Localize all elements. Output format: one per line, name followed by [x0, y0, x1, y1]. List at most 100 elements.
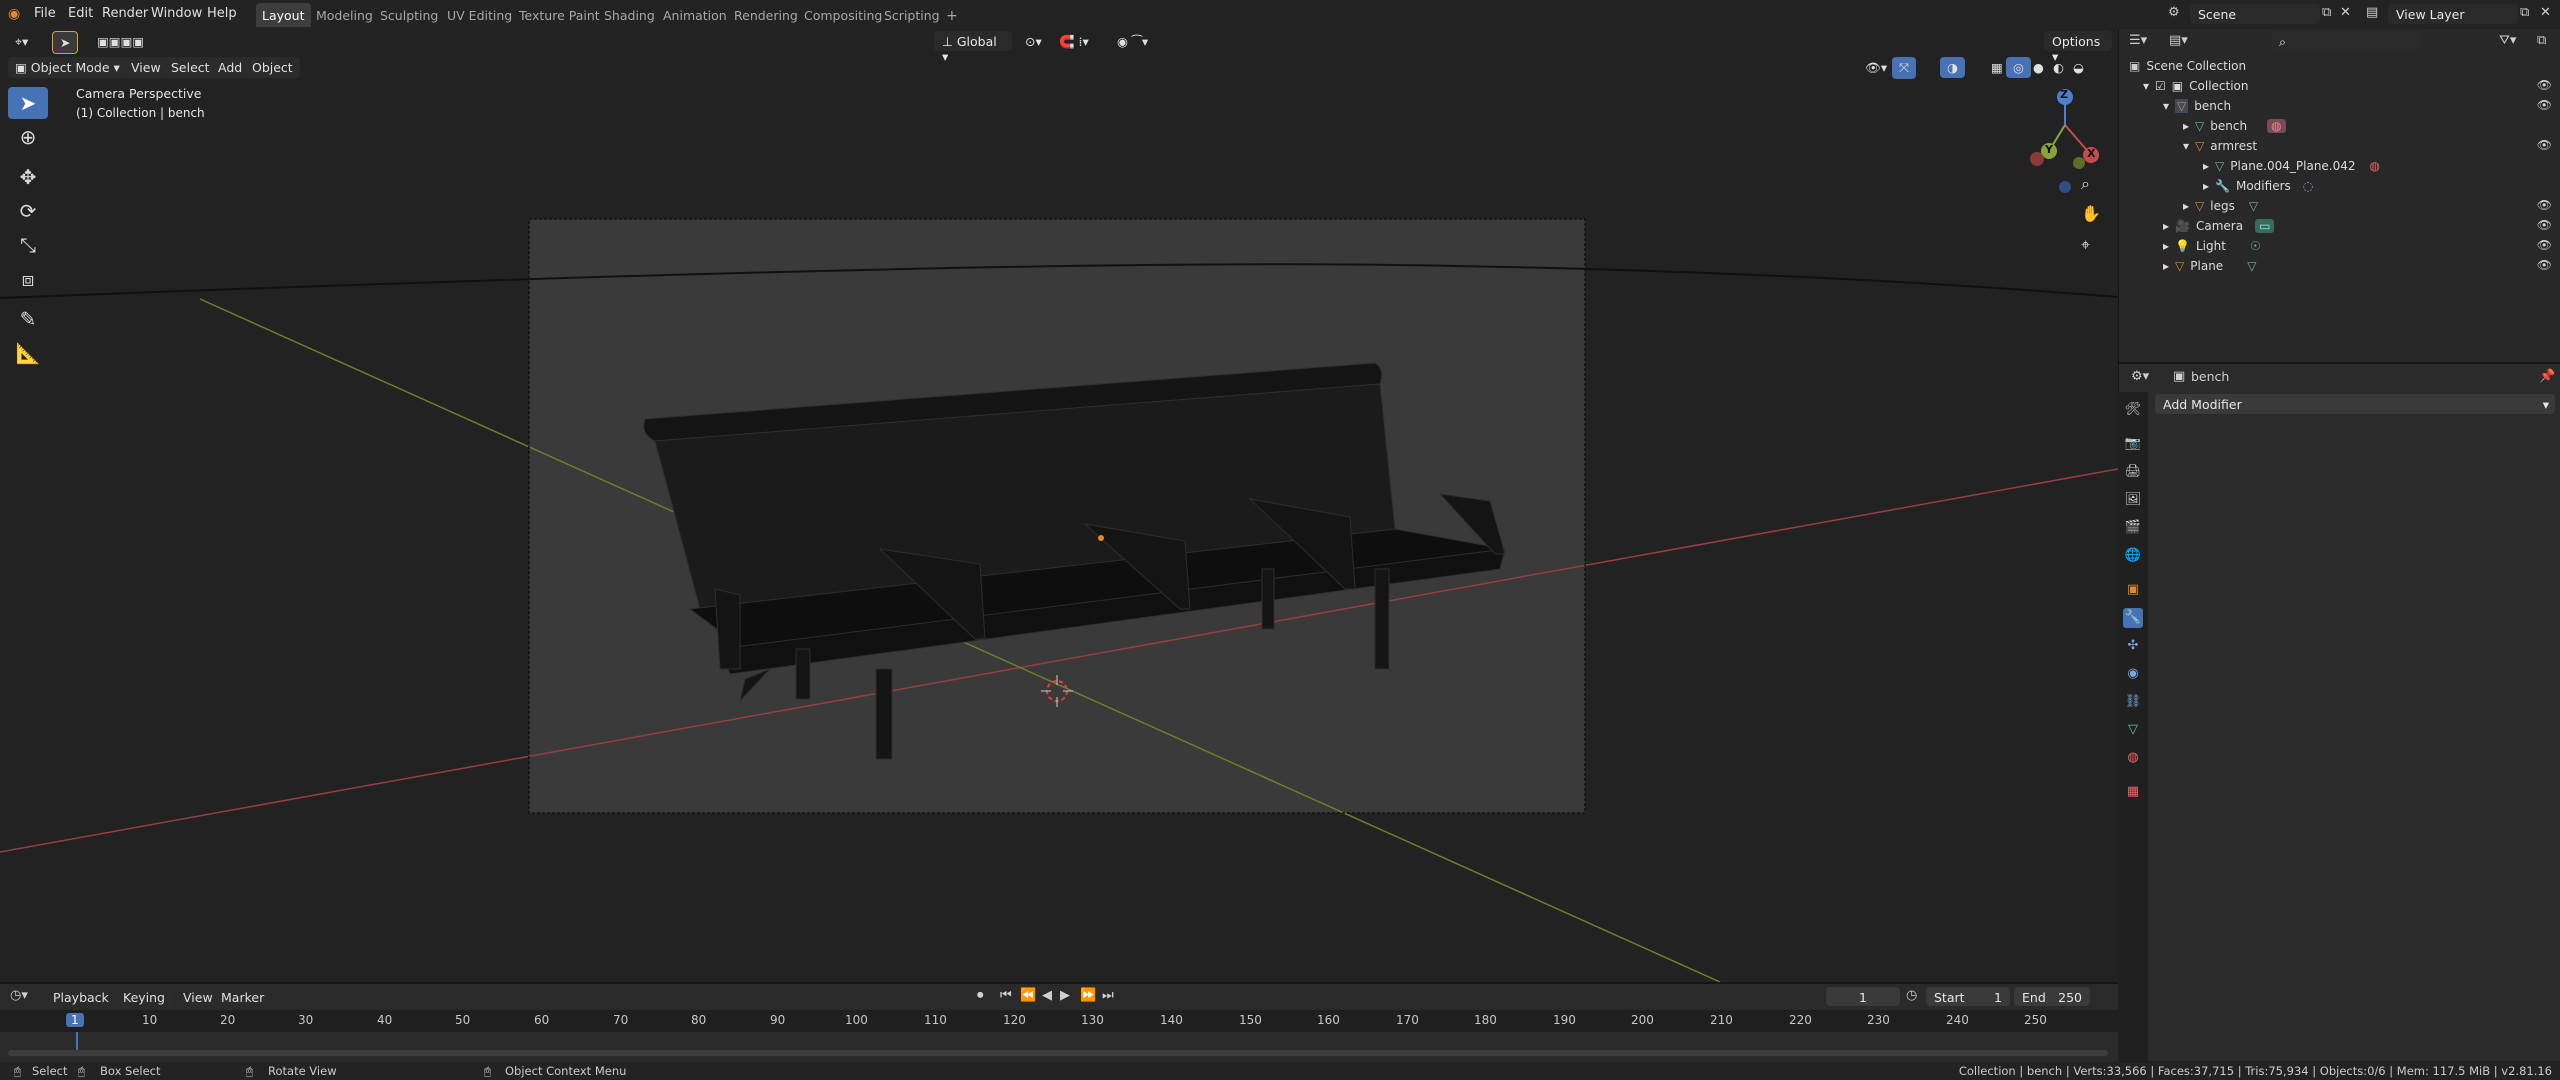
shading-rendered-icon[interactable]: ◒ — [2066, 57, 2091, 78]
camera-view-icon[interactable]: ⌖ — [2081, 235, 2090, 255]
menu-edit[interactable]: Edit — [68, 6, 93, 21]
prev-keyframe-button[interactable]: ⏪ — [1020, 988, 1036, 1003]
properties-editor-icon[interactable]: ⚙▾ — [2131, 369, 2149, 384]
scene-icon[interactable]: ⚙ — [2168, 5, 2180, 20]
menu-file[interactable]: File — [34, 6, 56, 21]
next-keyframe-button[interactable]: ⏩ — [1080, 988, 1096, 1003]
expand-arrow-icon[interactable]: ▾ — [2183, 139, 2189, 153]
menu-object[interactable]: Object — [245, 57, 300, 78]
gizmo-y-label[interactable]: Y — [2045, 143, 2053, 156]
tab-modeling[interactable]: Modeling — [310, 3, 379, 27]
menu-render[interactable]: Render — [102, 6, 148, 21]
play-button[interactable]: ▶ — [1060, 988, 1070, 1003]
constraints-tab-icon[interactable]: ⛓ — [2123, 692, 2143, 712]
expand-arrow-icon[interactable]: ▸ — [2183, 119, 2189, 133]
view-layer-selector[interactable]: View Layer — [2388, 4, 2518, 24]
physics-tab-icon[interactable]: ◉ — [2123, 664, 2143, 684]
tab-rendering[interactable]: Rendering — [728, 3, 804, 27]
expand-arrow-icon[interactable]: ▸ — [2163, 259, 2169, 273]
jump-start-button[interactable]: ⏮ — [1000, 988, 1012, 1003]
jump-end-button[interactable]: ⏭ — [1102, 988, 1114, 1003]
expand-arrow-icon[interactable]: ▸ — [2203, 179, 2209, 193]
menu-help[interactable]: Help — [207, 6, 237, 21]
new-collection-icon[interactable]: ⧉ — [2537, 33, 2546, 48]
play-reverse-button[interactable]: ◀ — [1042, 988, 1052, 1003]
tab-compositing[interactable]: Compositing — [798, 3, 888, 27]
tab-texture-paint[interactable]: Texture Paint — [513, 3, 606, 27]
scene-collection-row[interactable]: ▣ Scene Collection — [2129, 56, 2246, 76]
view-layer-tab-icon[interactable]: 🖼 — [2123, 490, 2143, 510]
options-dropdown[interactable]: Options ▾ — [2044, 31, 2112, 64]
menu-playback[interactable]: Playback — [46, 987, 116, 1008]
pivot-point-icon[interactable]: ⊙▾ — [1018, 31, 1049, 52]
3d-viewport[interactable]: Z Y X Camera Perspective (1) Collection … — [0, 29, 2118, 982]
menu-add[interactable]: Add — [211, 57, 250, 78]
material-tab-icon[interactable]: ◍ — [2123, 748, 2143, 768]
select-tool-icon[interactable]: ➤ — [52, 31, 79, 54]
annotate-tool-icon[interactable]: ✎ — [8, 303, 48, 335]
current-frame-field[interactable]: 1 — [1826, 987, 1900, 1006]
add-modifier-dropdown[interactable]: Add Modifier ▾ — [2155, 394, 2555, 414]
overlays-toggle-icon[interactable]: ◑ — [1940, 57, 1965, 78]
display-mode-icon[interactable]: ▤▾ — [2169, 33, 2188, 48]
eye-icon[interactable]: 👁 — [2537, 238, 2552, 252]
tab-scripting[interactable]: Scripting — [878, 3, 946, 27]
mode-dropdown[interactable]: ▣ Object Mode ▾ — [8, 57, 127, 78]
outliner-editor-icon[interactable]: ☰▾ — [2129, 33, 2147, 48]
frame-ruler[interactable]: 1 10 20 30 40 50 60 70 80 90 100 110 120… — [0, 1010, 2118, 1032]
modifiers-tab-icon[interactable]: 🔧 — [2123, 608, 2143, 628]
rotate-tool-icon[interactable]: ⟳ — [8, 195, 48, 227]
tab-sculpting[interactable]: Sculpting — [374, 3, 444, 27]
expand-arrow-icon[interactable]: ▸ — [2203, 159, 2209, 173]
timeline-scrollbar[interactable] — [8, 1050, 2108, 1056]
blender-logo-icon[interactable]: ◉ — [8, 6, 20, 22]
cursor-tool-icon[interactable]: ⊕ — [8, 121, 48, 153]
scene-selector[interactable]: Scene — [2190, 4, 2320, 24]
gizmo-x-label[interactable]: X — [2087, 147, 2095, 160]
close-view-layer-icon[interactable]: ✕ — [2540, 5, 2551, 20]
eye-icon[interactable]: 👁 — [2537, 218, 2552, 232]
eye-icon[interactable]: 👁 — [2537, 198, 2552, 212]
tab-shading[interactable]: Shading — [598, 3, 661, 27]
scale-tool-icon[interactable]: ⤡ — [8, 229, 48, 261]
menu-window[interactable]: Window — [151, 6, 202, 21]
outliner-row-plane[interactable]: ▸ ▽ Plane ▽ — [2163, 256, 2256, 276]
view-layer-icon[interactable]: ▤ — [2366, 5, 2378, 20]
outliner-row-collection[interactable]: ▾ ☑ ▣ Collection — [2143, 76, 2543, 96]
new-scene-icon[interactable]: ⧉ — [2322, 5, 2331, 20]
tab-animation[interactable]: Animation — [657, 3, 733, 27]
expand-arrow-icon[interactable]: ▸ — [2163, 239, 2169, 253]
checkbox-icon[interactable]: ☑ — [2155, 79, 2166, 93]
move-tool-icon[interactable]: ✥ — [8, 161, 48, 193]
outliner-row-modifiers[interactable]: ▸ 🔧 Modifiers ◌ — [2203, 176, 2313, 196]
eye-icon[interactable]: 👁 — [2537, 138, 2552, 152]
outliner-row-light[interactable]: ▸ 💡 Light ☉ — [2163, 236, 2261, 256]
tool-settings-tab-icon[interactable]: 🛠 — [2123, 400, 2143, 420]
outliner-row-camera[interactable]: ▸ 🎥 Camera ▭ — [2163, 216, 2275, 236]
transform-orientation-dropdown[interactable]: ⊥ Global ▾ — [934, 31, 1012, 64]
eye-icon[interactable]: 👁 — [2537, 258, 2552, 272]
frame-tick-current[interactable]: 1 — [66, 1013, 84, 1027]
expand-arrow-icon[interactable]: ▸ — [2163, 219, 2169, 233]
proportional-edit-icon[interactable]: ◉ ⁀▾ — [1110, 31, 1155, 52]
output-tab-icon[interactable]: 🖨 — [2123, 462, 2143, 482]
preview-range-icon[interactable]: ◷ — [1906, 988, 1917, 1003]
zoom-icon[interactable]: ⌕ — [2081, 174, 2090, 194]
timeline-editor-icon[interactable]: ◷▾ — [10, 988, 28, 1003]
new-view-layer-icon[interactable]: ⧉ — [2520, 5, 2529, 20]
tab-layout[interactable]: Layout — [256, 3, 311, 27]
close-scene-icon[interactable]: ✕ — [2340, 5, 2351, 20]
measure-tool-icon[interactable]: 📐 — [8, 337, 48, 369]
record-button[interactable]: ⏺ — [977, 988, 984, 1003]
menu-view[interactable]: View — [124, 57, 168, 78]
outliner-row-bench-mesh[interactable]: ▸ ▽ bench ◍ — [2183, 116, 2286, 136]
eye-icon[interactable]: 👁 — [2537, 98, 2552, 112]
transform-tool-icon[interactable]: ⧈ — [8, 263, 48, 295]
pin-icon[interactable]: 📌 — [2539, 369, 2555, 384]
select-box-tool-icon[interactable]: ➤ — [8, 87, 48, 119]
object-data-tab-icon[interactable]: ▽ — [2123, 720, 2143, 740]
snap-icon[interactable]: 🧲 ⁞▾ — [1052, 31, 1096, 53]
gizmo-toggle-icon[interactable]: ⤧ — [1892, 57, 1917, 79]
particles-tab-icon[interactable]: ✣ — [2123, 636, 2143, 656]
selection-mode-icons[interactable]: ▣▣▣▣ — [90, 31, 151, 52]
